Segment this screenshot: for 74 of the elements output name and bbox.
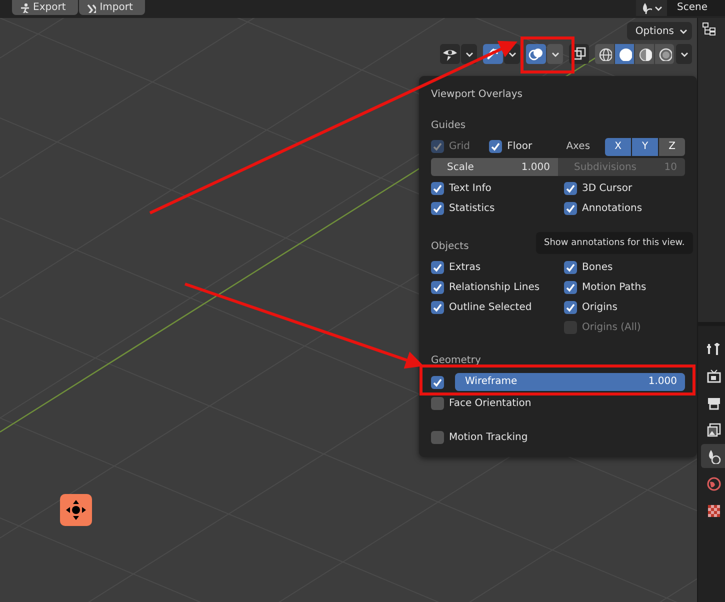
checkbox[interactable]	[431, 280, 444, 294]
axis-toggle[interactable]: Z	[659, 138, 685, 156]
section-heading: Geometry	[431, 354, 481, 368]
wireframe-slider[interactable]: Wireframe 1.000	[455, 373, 685, 391]
checkbox[interactable]	[431, 182, 444, 194]
options-dropdown[interactable]: Options	[627, 22, 692, 40]
checkbox[interactable]	[564, 300, 577, 314]
section-heading: Objects	[431, 240, 469, 254]
highlight-frame	[520, 36, 574, 74]
scene-field[interactable]: Scene	[667, 0, 725, 16]
option-label: Bones	[582, 262, 613, 272]
option-label: Text Info	[449, 182, 492, 194]
section-heading: Guides	[431, 119, 466, 133]
shading-mode-button[interactable]	[615, 44, 634, 64]
move-arrows-icon	[65, 499, 87, 521]
option-label: Grid	[449, 141, 470, 152]
caret-icon	[464, 50, 474, 58]
checkbox[interactable]	[564, 280, 577, 294]
option-label: Relationship Lines	[449, 282, 540, 292]
popover-title: Viewport Overlays	[431, 88, 522, 102]
slider-value: 1.000	[648, 375, 677, 389]
image-stack-icon	[706, 422, 720, 436]
option-label: Origins	[582, 302, 618, 312]
shading-mode-button[interactable]	[595, 44, 614, 64]
checkbox[interactable]	[431, 396, 444, 410]
checkbox[interactable]	[431, 376, 444, 388]
arrow-curve-icon	[485, 46, 501, 62]
axis-toggle[interactable]: X	[605, 138, 631, 156]
menu-button[interactable]: Import	[78, 0, 145, 15]
option-label: Origins (All)	[582, 322, 641, 332]
move-view-button[interactable]	[60, 494, 92, 526]
chevrons-icon	[84, 2, 96, 13]
tooltip: Show annotations for this view.	[536, 232, 693, 254]
scene-selector[interactable]	[636, 0, 667, 16]
properties-tab[interactable]	[701, 444, 725, 468]
checkbox[interactable]	[564, 182, 577, 194]
option-label: Motion Tracking	[449, 432, 528, 442]
droplet-circle-icon	[640, 2, 652, 14]
option-label: Face Orientation	[449, 398, 532, 408]
checkbox[interactable]	[564, 202, 577, 214]
caret-icon	[550, 50, 560, 58]
checkerboard-icon	[706, 502, 720, 518]
toolbar-toggle[interactable]	[440, 44, 460, 64]
menu-button[interactable]: Export	[12, 0, 78, 15]
dropdown-button[interactable]	[547, 44, 563, 64]
axis-toggle[interactable]: Y	[632, 138, 658, 156]
caret-icon	[654, 4, 663, 12]
outliner-icon[interactable]	[702, 22, 716, 36]
option-label: Annotations	[582, 202, 642, 214]
checkbox[interactable]	[431, 300, 444, 314]
option-label: Outline Selected	[449, 302, 532, 312]
toolbar-toggle[interactable]	[526, 44, 546, 64]
overlapping-circles-icon	[528, 46, 544, 62]
checkbox[interactable]	[431, 202, 444, 214]
slider-label: Wireframe	[465, 375, 518, 389]
dropdown-button[interactable]	[676, 44, 692, 64]
option-label: 3D Cursor	[582, 182, 632, 194]
checkbox[interactable]	[489, 140, 502, 153]
shading-mode-button[interactable]	[635, 44, 654, 64]
checkbox[interactable]	[431, 260, 444, 274]
option-label: Extras	[449, 262, 481, 272]
caret-icon	[680, 50, 688, 58]
axes-label: Axes	[566, 141, 592, 152]
checkbox[interactable]	[431, 430, 444, 444]
dropdown-button[interactable]	[461, 44, 477, 64]
option-label: Motion Paths	[582, 282, 646, 292]
option-label: Statistics	[449, 202, 495, 214]
number-field[interactable]: Scale 1.000	[431, 158, 558, 176]
checkbox[interactable]	[564, 260, 577, 274]
caret-icon	[679, 26, 688, 36]
figure-icon	[18, 2, 29, 13]
shading-mode-button[interactable]	[655, 44, 674, 64]
option-label: Floor	[507, 141, 532, 152]
caret-icon	[508, 50, 516, 58]
